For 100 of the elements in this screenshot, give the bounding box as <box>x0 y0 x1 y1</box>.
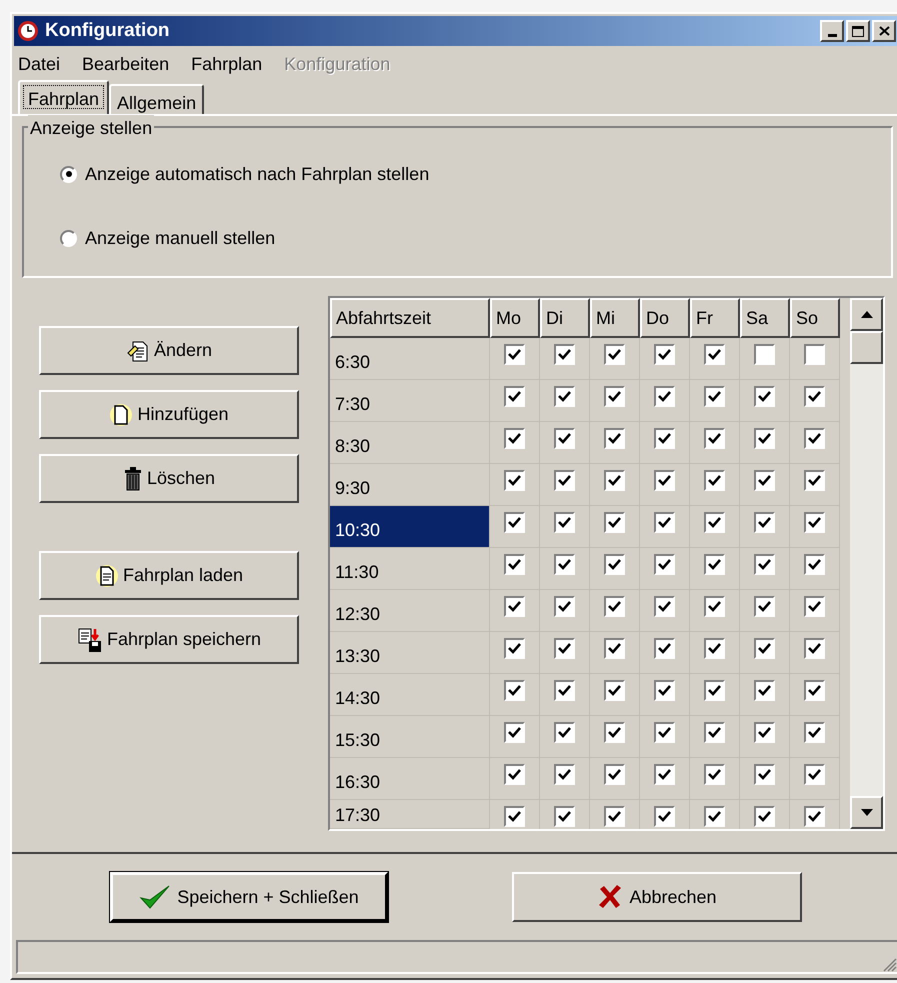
column-header[interactable]: Abfahrtszeit <box>330 298 490 338</box>
time-cell[interactable]: 8:30 <box>330 422 490 464</box>
checkbox[interactable] <box>804 638 825 659</box>
checkbox[interactable] <box>804 386 825 407</box>
time-cell[interactable]: 17:30 <box>330 800 490 829</box>
checkbox[interactable] <box>554 638 575 659</box>
tab[interactable]: Allgemein <box>109 84 204 114</box>
scroll-thumb[interactable] <box>850 331 883 364</box>
scroll-down-button[interactable] <box>850 796 883 829</box>
checkbox[interactable] <box>554 428 575 449</box>
checkbox[interactable] <box>654 344 675 365</box>
checkbox[interactable] <box>654 554 675 575</box>
checkbox[interactable] <box>654 386 675 407</box>
column-header[interactable]: So <box>790 298 840 338</box>
checkbox[interactable] <box>604 764 625 785</box>
checkbox[interactable] <box>504 638 525 659</box>
checkbox[interactable] <box>804 764 825 785</box>
time-cell[interactable]: 7:30 <box>330 380 490 422</box>
checkbox[interactable] <box>654 680 675 701</box>
radio-button[interactable] <box>60 166 77 182</box>
minimize-button[interactable] <box>820 20 844 42</box>
column-header[interactable]: Fr <box>690 298 740 338</box>
checkbox[interactable] <box>604 386 625 407</box>
checkbox[interactable] <box>754 764 775 785</box>
checkbox[interactable] <box>554 764 575 785</box>
checkbox[interactable] <box>804 428 825 449</box>
checkbox[interactable] <box>754 806 775 827</box>
checkbox[interactable] <box>704 638 725 659</box>
time-cell[interactable]: 16:30 <box>330 758 490 800</box>
checkbox[interactable] <box>754 722 775 743</box>
tab[interactable]: Fahrplan <box>18 80 110 114</box>
checkbox[interactable] <box>604 806 625 827</box>
action-button[interactable]: Ändern <box>39 326 299 375</box>
menu-item[interactable]: Bearbeiten <box>82 50 170 78</box>
checkbox[interactable] <box>604 470 625 491</box>
checkbox[interactable] <box>754 680 775 701</box>
default-button[interactable]: Speichern + Schließen <box>110 872 388 922</box>
action-button[interactable]: Löschen <box>39 454 299 503</box>
checkbox[interactable] <box>804 554 825 575</box>
checkbox[interactable] <box>604 428 625 449</box>
checkbox[interactable] <box>604 680 625 701</box>
checkbox[interactable] <box>554 470 575 491</box>
checkbox[interactable] <box>504 512 525 533</box>
checkbox[interactable] <box>754 596 775 617</box>
action-button[interactable]: Fahrplan laden <box>39 551 299 600</box>
checkbox[interactable] <box>754 470 775 491</box>
checkbox[interactable] <box>504 386 525 407</box>
checkbox[interactable] <box>754 428 775 449</box>
checkbox[interactable] <box>654 806 675 827</box>
checkbox[interactable] <box>804 470 825 491</box>
checkbox[interactable] <box>504 764 525 785</box>
checkbox[interactable] <box>804 344 825 365</box>
checkbox[interactable] <box>504 344 525 365</box>
checkbox[interactable] <box>804 806 825 827</box>
checkbox[interactable] <box>504 722 525 743</box>
checkbox[interactable] <box>754 638 775 659</box>
time-cell[interactable]: 14:30 <box>330 674 490 716</box>
column-header[interactable]: Mo <box>490 298 540 338</box>
checkbox[interactable] <box>604 344 625 365</box>
checkbox[interactable] <box>654 428 675 449</box>
checkbox[interactable] <box>704 554 725 575</box>
menu-item[interactable]: Datei <box>18 50 60 78</box>
checkbox[interactable] <box>804 512 825 533</box>
time-cell[interactable]: 11:30 <box>330 548 490 590</box>
checkbox[interactable] <box>504 596 525 617</box>
checkbox[interactable] <box>504 428 525 449</box>
menu-item[interactable]: Fahrplan <box>191 50 262 78</box>
checkbox[interactable] <box>654 596 675 617</box>
checkbox[interactable] <box>504 806 525 827</box>
checkbox[interactable] <box>654 638 675 659</box>
checkbox[interactable] <box>654 722 675 743</box>
checkbox[interactable] <box>754 554 775 575</box>
checkbox[interactable] <box>604 638 625 659</box>
checkbox[interactable] <box>504 680 525 701</box>
checkbox[interactable] <box>654 470 675 491</box>
checkbox[interactable] <box>554 512 575 533</box>
time-cell[interactable]: 15:30 <box>330 716 490 758</box>
checkbox[interactable] <box>704 722 725 743</box>
time-cell[interactable]: 6:30 <box>330 338 490 380</box>
checkbox[interactable] <box>554 596 575 617</box>
checkbox[interactable] <box>604 596 625 617</box>
checkbox[interactable] <box>754 512 775 533</box>
close-button[interactable] <box>872 20 896 42</box>
checkbox[interactable] <box>554 344 575 365</box>
checkbox[interactable] <box>804 722 825 743</box>
checkbox[interactable] <box>704 806 725 827</box>
checkbox[interactable] <box>704 470 725 491</box>
checkbox[interactable] <box>654 764 675 785</box>
checkbox[interactable] <box>704 512 725 533</box>
action-button[interactable]: Hinzufügen <box>39 390 299 439</box>
dialog-button[interactable]: Abbrechen <box>512 872 802 922</box>
column-header[interactable]: Do <box>640 298 690 338</box>
checkbox[interactable] <box>554 722 575 743</box>
action-button[interactable]: Fahrplan speichern <box>39 615 299 664</box>
column-header[interactable]: Mi <box>590 298 640 338</box>
checkbox[interactable] <box>604 722 625 743</box>
maximize-button[interactable] <box>846 20 870 42</box>
checkbox[interactable] <box>704 596 725 617</box>
checkbox[interactable] <box>704 764 725 785</box>
time-cell[interactable]: 10:30 <box>330 506 490 548</box>
